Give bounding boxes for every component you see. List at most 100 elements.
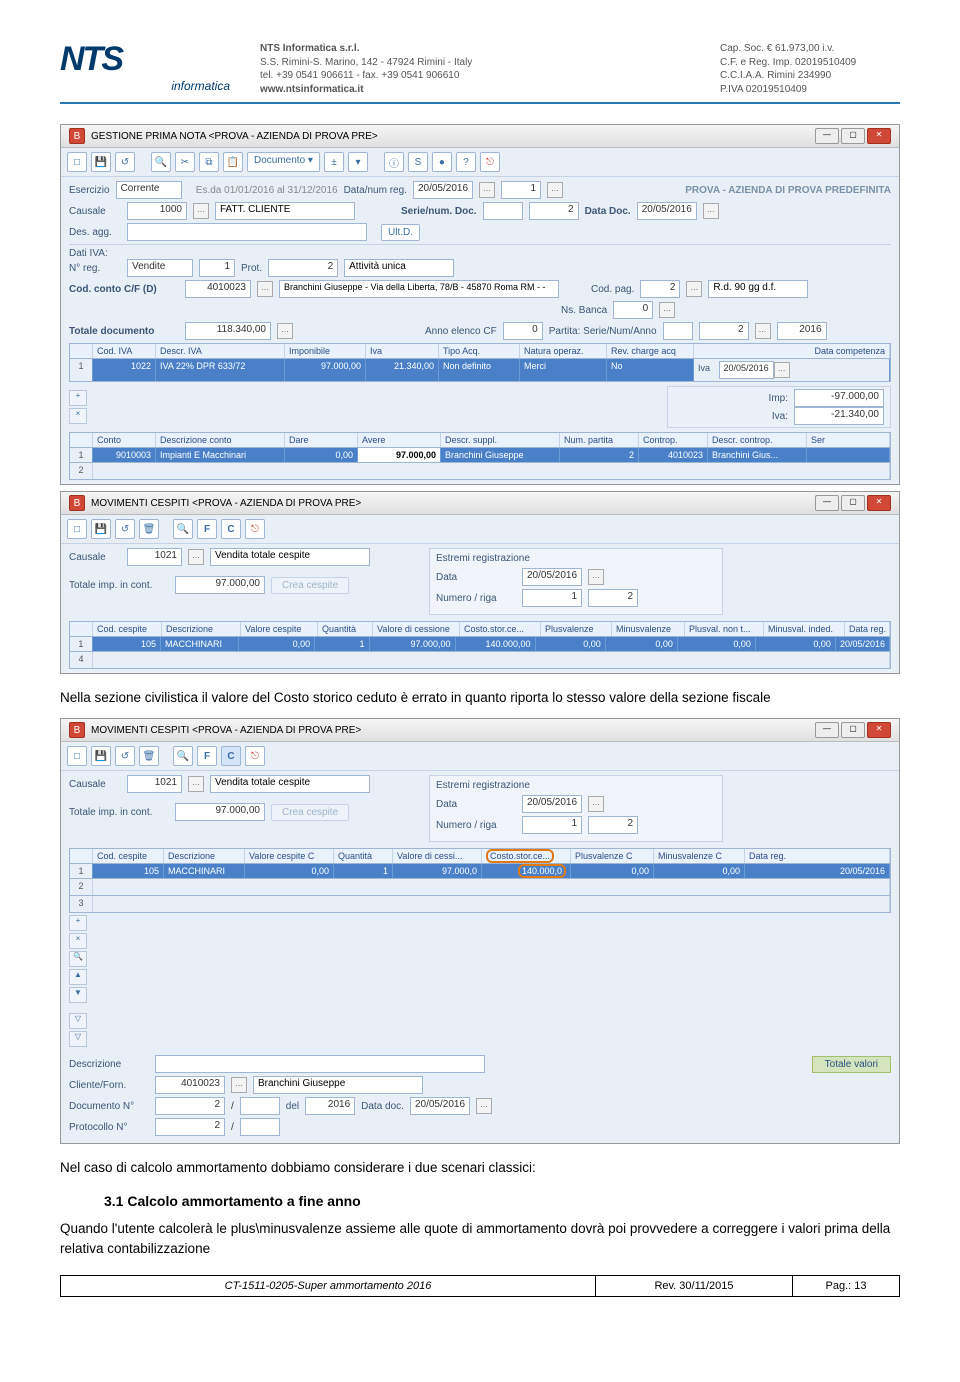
partita-anno[interactable]: 2016 [777, 322, 827, 340]
filter-icon[interactable]: ▽ [69, 1013, 87, 1029]
num-input[interactable]: 1 [501, 181, 541, 199]
causale-picker-icon[interactable]: … [188, 776, 204, 792]
tool-up-icon[interactable]: ▲ [69, 969, 87, 985]
data-input[interactable]: 20/05/2016 [522, 795, 582, 813]
datadoc-input[interactable]: 20/05/2016 [637, 202, 697, 220]
min-button[interactable]: — [815, 495, 839, 511]
causale-code[interactable]: 1000 [127, 202, 187, 220]
data-picker-icon[interactable]: … [588, 569, 604, 585]
nsbanca-picker-icon[interactable]: … [659, 302, 675, 318]
tool-a-icon[interactable]: ± [324, 152, 344, 172]
nsbanca-input[interactable]: 0 [613, 301, 653, 319]
tool-del-icon[interactable]: × [69, 933, 87, 949]
totimp-input[interactable]: 97.000,00 [175, 576, 265, 594]
f-icon[interactable]: F [197, 519, 217, 539]
min-button[interactable]: — [815, 128, 839, 144]
undo-icon[interactable]: ↺ [115, 746, 135, 766]
datadoc-picker-icon[interactable]: … [476, 1098, 492, 1114]
prot-serie[interactable] [240, 1118, 280, 1136]
doc-anno[interactable]: 2016 [305, 1097, 355, 1115]
o-icon[interactable]: ● [432, 152, 452, 172]
c-icon[interactable]: C [221, 519, 241, 539]
copy-icon[interactable]: ⧉ [199, 152, 219, 172]
undo-icon[interactable]: ↺ [115, 519, 135, 539]
partita-picker-icon[interactable]: … [755, 323, 771, 339]
desagg-input[interactable] [127, 223, 367, 241]
close-button[interactable]: ✕ [867, 722, 891, 738]
doc-serie[interactable] [240, 1097, 280, 1115]
codcf-picker-icon[interactable]: … [257, 281, 273, 297]
totale-valori-button[interactable]: Totale valori [812, 1056, 891, 1073]
codcf-input[interactable]: 4010023 [185, 280, 251, 298]
search-icon[interactable]: 🔍 [151, 152, 171, 172]
search-icon[interactable]: 🔍 [173, 519, 193, 539]
save-icon[interactable]: 💾 [91, 746, 111, 766]
save-icon[interactable]: 💾 [91, 152, 111, 172]
serie-input[interactable] [483, 202, 523, 220]
close-button[interactable]: ✕ [867, 495, 891, 511]
c-icon[interactable]: C [221, 746, 241, 766]
num-picker-icon[interactable]: … [547, 182, 563, 198]
causale-code[interactable]: 1021 [127, 775, 182, 793]
totdoc-input[interactable]: 118.340,00 [185, 322, 271, 340]
iva-grid-row[interactable]: 1 1022 IVA 22% DPR 633/72 97.000,00 21.3… [69, 359, 891, 382]
exit-icon[interactable]: ⎋ [245, 746, 265, 766]
help-icon[interactable]: ? [456, 152, 476, 172]
ultd-button[interactable]: Ult.D. [381, 224, 420, 241]
tool-zoom-icon[interactable]: 🔍 [69, 951, 87, 967]
save-icon[interactable]: 💾 [91, 519, 111, 539]
annoelenco-input[interactable]: 0 [503, 322, 543, 340]
conto-grid-row[interactable]: 1 9010003 Impianti E Macchinari 0,00 97.… [69, 448, 891, 463]
codpag-picker-icon[interactable]: … [686, 281, 702, 297]
new-icon[interactable]: □ [67, 519, 87, 539]
close-button[interactable]: ✕ [867, 128, 891, 144]
exit-icon[interactable]: ⎋ [480, 152, 500, 172]
prot-input[interactable]: 2 [268, 259, 338, 277]
cespiti2-grid-row[interactable]: 1 105 MACCHINARI 0,00 1 97.000,0 140.000… [69, 864, 891, 879]
add-row-icon[interactable]: + [69, 390, 87, 406]
tool-add-icon[interactable]: + [69, 915, 87, 931]
info-icon[interactable]: ⓘ [384, 152, 404, 172]
filter2-icon[interactable]: ▽ [69, 1031, 87, 1047]
nreg-n-input[interactable]: 1 [199, 259, 235, 277]
causale-picker-icon[interactable]: … [188, 549, 204, 565]
partita-serie[interactable] [663, 322, 693, 340]
causale-picker-icon[interactable]: … [193, 203, 209, 219]
nr-num[interactable]: 1 [522, 589, 582, 607]
del-row-icon[interactable]: × [69, 408, 87, 424]
docn-input[interactable]: 2 [155, 1097, 225, 1115]
nr-riga[interactable]: 2 [588, 816, 638, 834]
cliente-code[interactable]: 4010023 [155, 1076, 225, 1094]
cespiti-grid-row-empty[interactable]: 4 [69, 652, 891, 669]
datanum-input[interactable]: 20/05/2016 [413, 181, 473, 199]
cliente-picker-icon[interactable]: … [231, 1077, 247, 1093]
totimp-input[interactable]: 97.000,00 [175, 803, 265, 821]
protn-input[interactable]: 2 [155, 1118, 225, 1136]
nreg-input[interactable]: Vendite [127, 259, 193, 277]
cespiti-grid-row[interactable]: 1 105 MACCHINARI 0,00 1 97.000,00 140.00… [69, 637, 891, 652]
delete-icon[interactable]: 🗑 [139, 746, 159, 766]
new-icon[interactable]: □ [67, 152, 87, 172]
totdoc-picker-icon[interactable]: … [277, 323, 293, 339]
causale-code[interactable]: 1021 [127, 548, 182, 566]
num-doc-input[interactable]: 2 [529, 202, 579, 220]
f-icon[interactable]: F [197, 746, 217, 766]
nr-riga[interactable]: 2 [588, 589, 638, 607]
tool-down-icon[interactable]: ▼ [69, 987, 87, 1003]
delete-icon[interactable]: 🗑 [139, 519, 159, 539]
grid-row-empty[interactable]: 3 [69, 896, 891, 913]
date-picker-icon[interactable]: … [479, 182, 495, 198]
datadoc-picker-icon[interactable]: … [703, 203, 719, 219]
paste-icon[interactable]: 📋 [223, 152, 243, 172]
partita-num[interactable]: 2 [699, 322, 749, 340]
desc-input[interactable] [155, 1055, 485, 1073]
esercizio-select[interactable]: Corrente [116, 181, 182, 199]
nr-num[interactable]: 1 [522, 816, 582, 834]
new-icon[interactable]: □ [67, 746, 87, 766]
codpag-input[interactable]: 2 [640, 280, 680, 298]
documento-button[interactable]: Documento ▾ [247, 152, 320, 172]
undo-icon[interactable]: ↺ [115, 152, 135, 172]
data-picker-icon[interactable]: … [588, 796, 604, 812]
data-input[interactable]: 20/05/2016 [522, 568, 582, 586]
datadoc-input[interactable]: 20/05/2016 [410, 1097, 470, 1115]
